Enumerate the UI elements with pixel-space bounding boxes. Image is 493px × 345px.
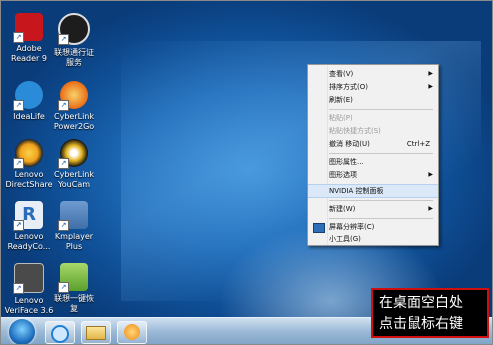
icon-label: CyberLink YouCam [54, 170, 94, 189]
shortcut-arrow-icon: ↗ [13, 220, 24, 231]
menu-item-view[interactable]: 查看(V) ▶ [308, 67, 438, 81]
desktop-icon-power2go[interactable]: ↗ CyberLink Power2Go [46, 81, 102, 132]
onekey-recovery-icon: ↗ [58, 263, 88, 293]
desktop-icon-youcam[interactable]: ↗ CyberLink YouCam [46, 139, 102, 190]
desktop-context-menu: 查看(V) ▶ 排序方式(O) ▶ 刷新(E) 粘贴(P) 粘贴快捷方式(S) 撤消… [307, 64, 439, 246]
adobe-reader-icon: ↗ [13, 13, 43, 43]
lenovo-passport-icon: ↗ [58, 13, 90, 45]
start-button-windows-icon[interactable] [9, 319, 35, 344]
menu-item-graphics-options[interactable]: 图形选项 ▶ [308, 168, 438, 182]
menu-item-refresh[interactable]: 刷新(E) [308, 93, 438, 107]
menu-item-paste-shortcut: 粘贴快捷方式(S) [329, 127, 381, 135]
icon-label: 联想通行证 服务 [54, 48, 94, 67]
kmplayer-icon: ↗ [58, 201, 88, 231]
taskbar-media-player-button[interactable] [117, 321, 147, 344]
menu-item-nvidia-control-panel[interactable]: NVIDIA 控制面板 [308, 184, 438, 198]
desktop-icon-lenovo-passport[interactable]: ↗ 联想通行证 服务 [46, 13, 102, 68]
icon-label: Kmplayer Plus [54, 232, 94, 251]
shortcut-arrow-icon: ↗ [58, 282, 69, 293]
annotation-line-1: 在桌面空白处 [379, 295, 463, 311]
menu-item-gadgets[interactable]: 小工具(G) [308, 232, 438, 246]
menu-item-undo-move[interactable]: 撤消 移动(U) Ctrl+Z [308, 137, 438, 151]
menu-separator [329, 218, 433, 219]
icon-label: 联想一键恢复 [54, 294, 94, 313]
power2go-icon: ↗ [58, 81, 88, 111]
menu-item-graphics-properties[interactable]: 图形属性... [308, 155, 438, 169]
annotation-line-2: 点击鼠标右键 [379, 316, 463, 332]
shortcut-arrow-icon: ↗ [13, 100, 24, 111]
submenu-arrow-icon: ▶ [428, 70, 433, 77]
shortcut-arrow-icon: ↗ [58, 34, 69, 45]
submenu-arrow-icon: ▶ [428, 205, 433, 212]
submenu-arrow-icon: ▶ [428, 171, 433, 178]
shortcut-arrow-icon: ↗ [13, 32, 24, 43]
annotation-box: 在桌面空白处 点击鼠标右键 [371, 288, 489, 338]
shortcut-arrow-icon: ↗ [58, 158, 69, 169]
taskbar-explorer-button[interactable] [81, 321, 111, 344]
menu-separator [329, 109, 433, 110]
desktop-window: ↗ Adobe Reader 9 ↗ 联想通行证 服务 ↗ IdeaLife ↗ C… [0, 0, 493, 345]
readycomm-icon: R ↗ [13, 201, 43, 231]
shortcut-arrow-icon: ↗ [13, 283, 24, 294]
idealife-icon: ↗ [13, 81, 43, 111]
desktop-icon-onekey-recovery[interactable]: ↗ 联想一键恢复 [46, 263, 102, 314]
menu-separator [329, 200, 433, 201]
youcam-icon: ↗ [58, 139, 88, 169]
shortcut-arrow-icon: ↗ [58, 220, 69, 231]
shortcut-arrow-icon: ↗ [58, 100, 69, 111]
folder-icon [86, 326, 106, 340]
taskbar-ie-button[interactable] [45, 321, 75, 344]
submenu-arrow-icon: ▶ [428, 83, 433, 90]
menu-item-sort-by[interactable]: 排序方式(O) ▶ [308, 80, 438, 94]
media-player-icon [124, 324, 140, 340]
menu-separator [329, 153, 433, 154]
icon-label: CyberLink Power2Go [53, 112, 95, 131]
menu-item-new[interactable]: 新建(W) ▶ [308, 202, 438, 216]
directshare-icon: ↗ [13, 139, 43, 169]
menu-item-paste: 粘贴(P) [329, 114, 353, 122]
shortcut-arrow-icon: ↗ [13, 158, 24, 169]
desktop-icon-kmplayer[interactable]: ↗ Kmplayer Plus [46, 201, 102, 252]
veriface-lock-icon: ↗ [13, 263, 44, 294]
internet-explorer-icon [51, 325, 69, 343]
